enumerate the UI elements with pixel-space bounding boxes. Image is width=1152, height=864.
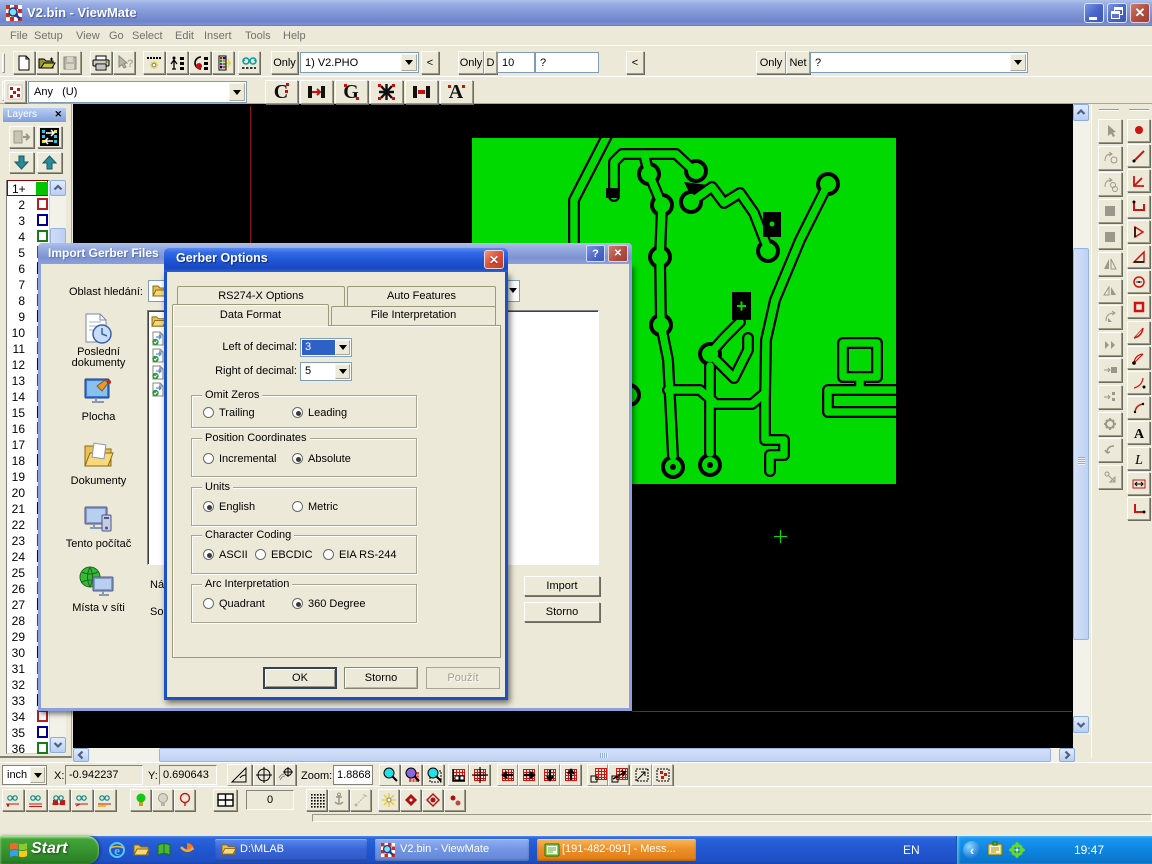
svg-text:A: A [449,81,464,103]
svg-text:A: A [1133,427,1144,442]
svg-text:?: ? [127,58,134,70]
svg-text:e: e [114,843,120,858]
svg-text:L: L [1134,453,1143,468]
